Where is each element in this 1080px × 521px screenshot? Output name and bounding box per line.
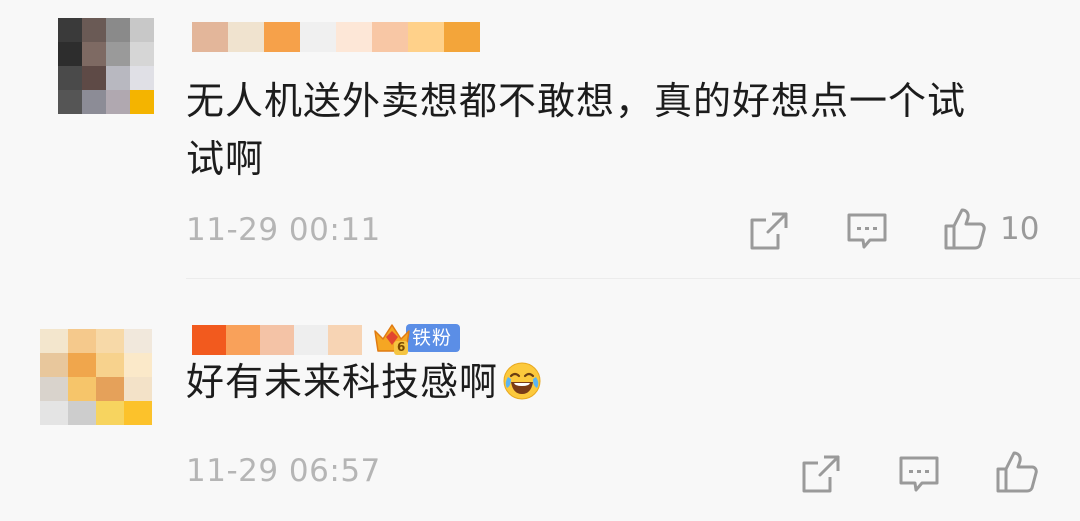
comment-item: 无人机送外卖想都不敢想，真的好想点一个试 试啊 11-29 00:11 10 — [0, 0, 1080, 278]
repost-icon — [750, 212, 788, 250]
laughing-with-tears-emoji — [503, 362, 541, 400]
crown-icon: 6 — [372, 321, 412, 355]
avatar[interactable] — [40, 329, 152, 425]
thumbs-up-icon — [944, 208, 986, 250]
fan-badge[interactable]: 6 铁粉 — [372, 321, 461, 355]
timestamp: 11-29 06:57 — [186, 453, 381, 489]
comment-icon — [847, 213, 887, 249]
comment-text-line: 试啊 — [186, 137, 265, 181]
comment-text-line: 无人机送外卖想都不敢想，真的好想点一个试 — [186, 79, 967, 123]
repost-icon — [802, 455, 840, 493]
repost-button[interactable] — [800, 453, 842, 495]
badge-label: 铁粉 — [406, 324, 461, 352]
like-button[interactable]: 10 — [942, 206, 1039, 252]
thumbs-up-icon — [996, 451, 1038, 493]
username[interactable] — [192, 22, 480, 52]
comment-text: 好有未来科技感啊 — [186, 353, 1026, 411]
comment-text: 无人机送外卖想都不敢想，真的好想点一个试 试啊 — [186, 72, 1026, 188]
comment-text-content: 好有未来科技感啊 — [186, 360, 499, 404]
timestamp: 11-29 00:11 — [186, 212, 381, 248]
avatar[interactable] — [58, 18, 154, 114]
badge-level: 6 — [397, 340, 406, 354]
repost-button[interactable] — [748, 210, 790, 252]
comment-item: 6 铁粉 好有未来科技感啊 11-29 06:57 — [0, 279, 1080, 521]
username[interactable] — [192, 325, 362, 355]
comment-button[interactable] — [846, 210, 888, 252]
like-count: 10 — [1000, 211, 1040, 247]
like-button[interactable] — [994, 449, 1040, 495]
comment-button[interactable] — [898, 453, 940, 495]
comment-icon — [899, 456, 939, 492]
